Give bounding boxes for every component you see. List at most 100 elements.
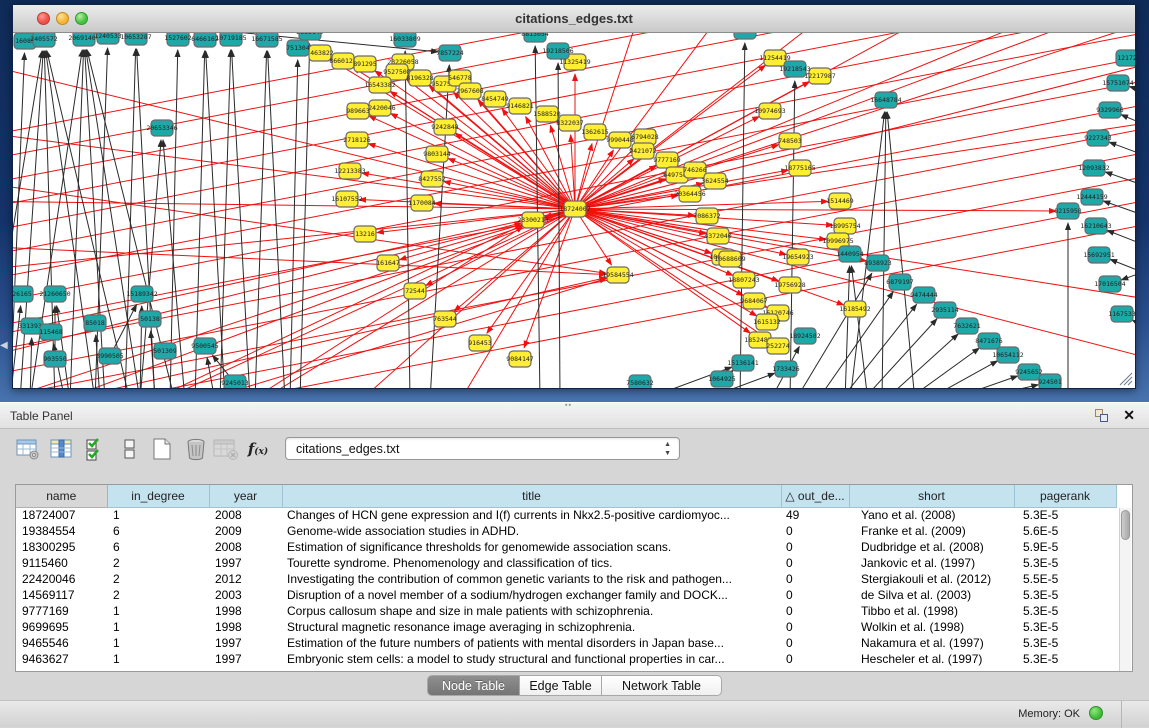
yellow-node[interactable]: 16107552 (331, 191, 362, 207)
table-cell[interactable]: 0 (781, 539, 849, 555)
network-canvas[interactable]: 1872400774638228660128891295232260589527… (13, 33, 1135, 388)
yellow-node[interactable]: 10974693 (754, 103, 785, 119)
tab-node-table[interactable]: Node Table (427, 675, 520, 696)
yellow-node[interactable]: 10688609 (714, 251, 745, 267)
tab-network-table[interactable]: Network Table (602, 675, 722, 696)
yellow-node[interactable]: 2967608 (456, 83, 483, 99)
yellow-node[interactable]: 16185492 (839, 301, 870, 317)
yellow-node[interactable]: 8196328 (406, 70, 433, 86)
table-cell[interactable]: 5.3E-5 (1014, 555, 1116, 571)
yellow-node[interactable]: 9084147 (506, 351, 533, 367)
teal-node[interactable]: 2935114 (931, 302, 958, 318)
selection-mode-icon[interactable] (82, 435, 110, 463)
yellow-node[interactable]: 1170084 (408, 195, 435, 211)
table-cell[interactable]: 19384554 (16, 523, 107, 539)
table-row[interactable]: 1830029562008Estimation of significance … (16, 539, 1116, 555)
teal-node[interactable]: 26165 (13, 286, 33, 302)
table-cell[interactable]: 6 (107, 539, 209, 555)
teal-node[interactable]: 501309 (153, 343, 177, 359)
teal-node[interactable]: 12093832 (1078, 160, 1109, 176)
table-cell[interactable]: 9115460 (16, 555, 107, 571)
table-cell[interactable]: 5.9E-5 (1014, 539, 1116, 555)
yellow-node[interactable]: 252274 (766, 338, 790, 354)
table-cell[interactable]: 0 (781, 651, 849, 667)
table-cell[interactable]: 5.3E-5 (1014, 507, 1116, 523)
yellow-node[interactable]: 18775165 (784, 160, 815, 176)
yellow-node[interactable]: 9242848 (431, 119, 458, 135)
yellow-node[interactable]: 23300213 (517, 212, 548, 228)
teal-node[interactable]: 2405572 (30, 33, 57, 47)
yellow-node[interactable]: 763544 (433, 311, 457, 327)
teal-node[interactable]: 9245013 (221, 375, 248, 388)
table-cell[interactable]: 2 (107, 587, 209, 603)
yellow-node[interactable]: 3624554 (701, 173, 728, 189)
column-header[interactable]: name (16, 485, 107, 507)
table-cell[interactable]: Hescheler et al. (1997) (849, 651, 1014, 667)
teal-node[interactable]: 7632621 (953, 318, 980, 334)
table-cell[interactable]: 1997 (209, 635, 282, 651)
column-header[interactable]: △ out_de... (781, 485, 849, 507)
teal-node[interactable]: 1440954 (836, 246, 863, 262)
table-cell[interactable]: 18300295 (16, 539, 107, 555)
teal-node[interactable]: 16210643 (1080, 218, 1111, 234)
table-row[interactable]: 946362711997Embryonic stem cells: a mode… (16, 651, 1116, 667)
table-cell[interactable]: 18724007 (16, 507, 107, 523)
table-cell[interactable]: Nakamura et al. (1997) (849, 635, 1014, 651)
teal-node[interactable]: 9474444 (910, 287, 937, 303)
table-row[interactable]: 946554611997Estimation of the future num… (16, 635, 1116, 651)
table-cell[interactable]: Investigating the contribution of common… (282, 571, 781, 587)
table-cell[interactable]: 5.3E-5 (1014, 603, 1116, 619)
yellow-node[interactable]: 746266 (683, 162, 707, 178)
table-cell[interactable]: Estimation of the future numbers of pati… (282, 635, 781, 651)
resize-grip-icon[interactable] (1120, 373, 1132, 385)
teal-node[interactable]: 751304 (286, 40, 310, 56)
table-cell[interactable]: Wolkin et al. (1998) (849, 619, 1014, 635)
yellow-node[interactable]: 916453 (468, 335, 492, 351)
table-select-combo[interactable]: citations_edges.txt ▲▼ (285, 437, 680, 460)
column-header[interactable]: short (849, 485, 1014, 507)
column-header[interactable]: pagerank (1014, 485, 1116, 507)
table-cell[interactable]: 14569117 (16, 587, 107, 603)
teal-node[interactable]: 9500545 (191, 338, 218, 354)
table-mode-icon[interactable] (14, 435, 42, 463)
teal-node[interactable]: 18924502 (789, 328, 820, 344)
teal-node[interactable]: 12172 (1116, 50, 1135, 66)
sidebar-collapse-arrow[interactable]: ◀ (0, 340, 8, 351)
table-cell[interactable]: 1997 (209, 651, 282, 667)
table-scrollbar[interactable] (1119, 508, 1131, 671)
table-cell[interactable]: 9777169 (16, 603, 107, 619)
table-cell[interactable]: 1998 (209, 619, 282, 635)
splitpane-grip[interactable]: ▪▪ (565, 404, 579, 409)
table-cell[interactable]: 5.6E-5 (1014, 523, 1116, 539)
teal-node[interactable]: 6879197 (886, 274, 913, 290)
teal-node[interactable]: 903550 (43, 351, 67, 367)
teal-node[interactable]: 10719185 (215, 33, 246, 46)
table-cell[interactable]: 2009 (209, 523, 282, 539)
table-cell[interactable]: 1 (107, 635, 209, 651)
table-cell[interactable]: Structural magnetic resonance image aver… (282, 619, 781, 635)
network-canvas-wrap[interactable]: 1872400774638228660128891295232260589527… (13, 33, 1135, 388)
yellow-node[interactable]: 72544 (404, 283, 426, 299)
yellow-node[interactable]: 1362615 (581, 124, 608, 140)
teal-node[interactable]: 8215958 (1054, 203, 1081, 219)
teal-node[interactable]: 8938923 (864, 255, 891, 271)
yellow-node[interactable]: 8454749 (481, 91, 508, 107)
yellow-node[interactable]: 1514469 (826, 193, 853, 209)
teal-node[interactable]: 10653287 (120, 33, 151, 45)
teal-node[interactable]: 8471676 (975, 333, 1002, 349)
table-cell[interactable]: Disruption of a novel member of a sodium… (282, 587, 781, 603)
table-cell[interactable]: 9699695 (16, 619, 107, 635)
table-cell[interactable]: 0 (781, 619, 849, 635)
table-row[interactable]: 1872400712008Changes of HCN gene express… (16, 507, 1116, 523)
teal-node[interactable]: 12444159 (1076, 189, 1107, 205)
yellow-node[interactable]: 18807243 (728, 272, 759, 288)
teal-node[interactable]: 924501 (1038, 374, 1062, 388)
teal-node[interactable]: 2665140 (296, 33, 323, 40)
teal-node[interactable]: 7857224 (436, 45, 463, 61)
teal-node[interactable]: 8813054 (521, 33, 548, 42)
yellow-node[interactable]: 16543382 (364, 77, 395, 93)
table-cell[interactable]: 2 (107, 555, 209, 571)
teal-node[interactable]: 50138 (139, 311, 161, 327)
table-cell[interactable]: 6 (107, 523, 209, 539)
table-cell[interactable]: 1998 (209, 603, 282, 619)
